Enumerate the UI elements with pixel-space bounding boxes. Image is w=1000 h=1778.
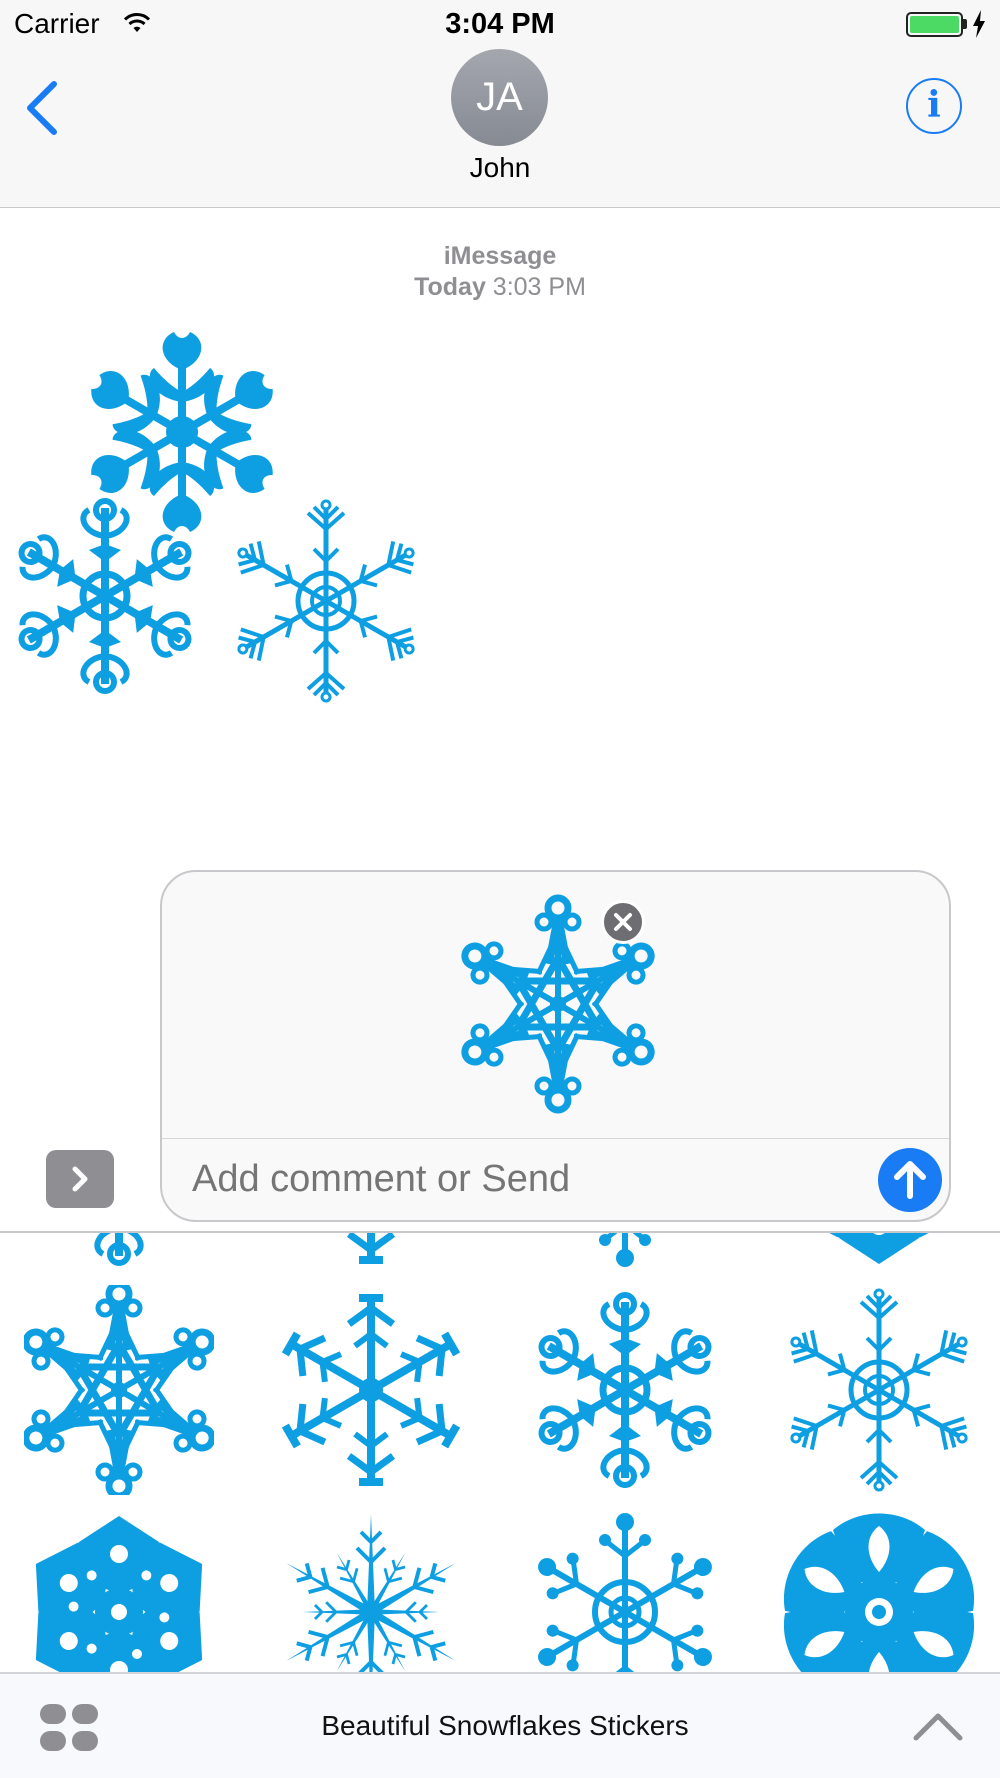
status-time: 3:04 PM — [445, 8, 555, 40]
sent-sticker-lace-snowflake[interactable] — [0, 496, 210, 696]
sticker-row0-col1[interactable] — [24, 1233, 214, 1273]
sticker-row2-col4[interactable] — [784, 1507, 974, 1673]
battery-icon — [906, 12, 963, 37]
sticker-drawer — [0, 1233, 1000, 1673]
sent-sticker-ring-snowflake[interactable] — [228, 496, 424, 706]
timestamp-time: 3:03 PM — [492, 273, 586, 301]
battery-level — [910, 16, 959, 33]
conversation-header: JA John i — [0, 48, 1000, 208]
contact-avatar[interactable]: JA — [451, 49, 548, 146]
close-icon — [614, 913, 632, 931]
remove-sticker-button[interactable] — [601, 900, 645, 944]
message-timestamp: Today 3:03 PM — [0, 273, 1000, 302]
chevron-left-icon — [27, 81, 57, 135]
sticker-pack-title: Beautiful Snowflakes Stickers — [321, 1710, 689, 1741]
send-button[interactable] — [878, 1148, 942, 1212]
battery-tip — [963, 19, 967, 29]
charging-bolt-icon — [973, 10, 985, 38]
sticker-row2-col3[interactable] — [530, 1507, 720, 1673]
timestamp-day: Today — [414, 273, 486, 301]
sticker-row1-col4[interactable] — [784, 1285, 974, 1495]
sticker-row2-col1[interactable] — [24, 1507, 214, 1673]
apps-toggle-button[interactable] — [46, 1150, 114, 1208]
service-label: iMessage — [443, 242, 557, 270]
sticker-row1-col2[interactable] — [276, 1285, 466, 1495]
sticker-row0-col4[interactable] — [784, 1233, 974, 1273]
sticker-row0-col3[interactable] — [530, 1233, 720, 1273]
status-bar: Carrier 3:04 PM — [0, 0, 1000, 48]
chevron-right-icon — [72, 1166, 88, 1192]
chevron-up-icon — [913, 1713, 963, 1741]
info-button[interactable]: i — [906, 78, 962, 134]
sticker-row0-col2[interactable] — [276, 1233, 466, 1273]
back-button[interactable] — [22, 78, 82, 148]
compose-divider — [162, 1138, 949, 1139]
sticker-app-bar: Beautiful Snowflakes Stickers — [0, 1672, 1000, 1778]
comment-input[interactable] — [192, 1158, 842, 1201]
sticker-row1-col3[interactable] — [530, 1285, 720, 1495]
sticker-row2-col2[interactable] — [276, 1507, 466, 1673]
contact-name[interactable]: John — [0, 152, 1000, 184]
expand-drawer-button[interactable] — [910, 1704, 966, 1748]
arrow-up-icon — [894, 1161, 926, 1199]
sticker-row1-col1[interactable] — [24, 1285, 214, 1495]
compose-box[interactable] — [160, 870, 951, 1222]
